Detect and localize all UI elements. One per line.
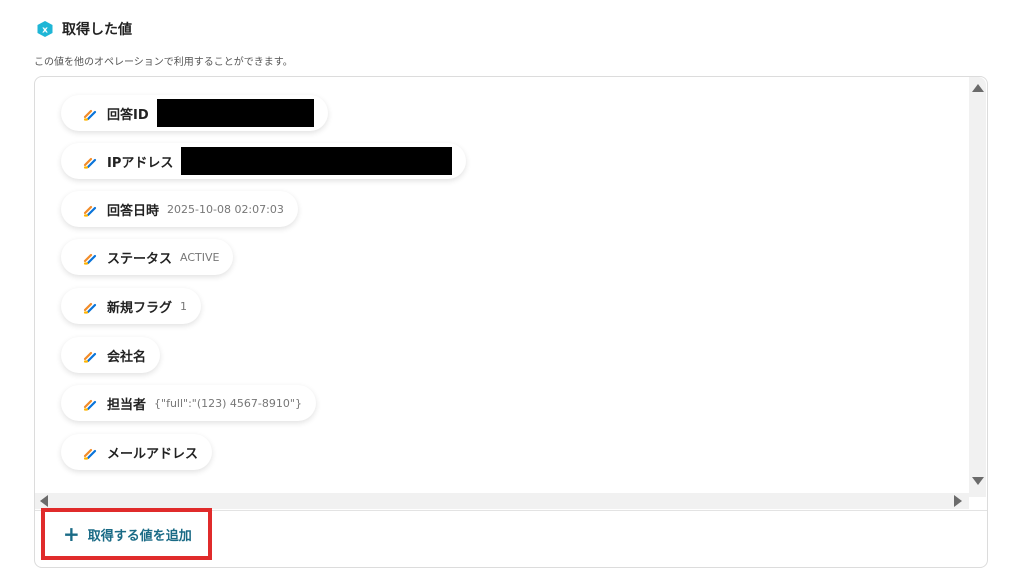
field-chip-person-in-charge[interactable]: 担当者 {"full":"(123) 4567-8910"} [61, 385, 316, 421]
field-label: 担当者 [107, 397, 147, 413]
field-chip-email-address[interactable]: メールアドレス [61, 434, 213, 470]
field-label: ステータス [107, 251, 173, 267]
jotform-icon [83, 154, 97, 169]
plus-icon: + [63, 522, 80, 546]
redacted-value [181, 147, 453, 175]
values-list: 回答ID IPアドレス 回答日時 2025-10-08 02:07:03 ステー… [35, 77, 969, 495]
jotform-icon [83, 299, 97, 314]
field-label: 回答日時 [107, 203, 160, 219]
scroll-left-arrow-icon[interactable] [40, 495, 48, 507]
vertical-scrollbar[interactable] [969, 77, 986, 497]
svg-text:x: x [42, 26, 48, 36]
x-hexagon-icon: x [36, 20, 54, 38]
scroll-right-arrow-icon[interactable] [954, 495, 962, 507]
field-chip-new-flag[interactable]: 新規フラグ 1 [61, 288, 202, 324]
field-label: 会社名 [107, 349, 147, 365]
field-value: 1 [180, 299, 188, 313]
retrieved-values-panel: 回答ID IPアドレス 回答日時 2025-10-08 02:07:03 ステー… [34, 76, 988, 568]
field-chip-answer-datetime[interactable]: 回答日時 2025-10-08 02:07:03 [61, 191, 298, 227]
add-value-label: 取得する値を追加 [87, 528, 192, 544]
field-value: {"full":"(123) 4567-8910"} [154, 396, 302, 410]
add-value-button[interactable]: + 取得する値を追加 [41, 508, 212, 560]
field-label: メールアドレス [107, 446, 199, 462]
section-header: x 取得した値 [36, 19, 132, 39]
scroll-up-arrow-icon[interactable] [972, 84, 984, 92]
field-chip-answer-id[interactable]: 回答ID [61, 95, 328, 131]
field-chip-ip-address[interactable]: IPアドレス [61, 143, 467, 179]
scroll-down-arrow-icon[interactable] [972, 477, 984, 485]
jotform-icon [83, 250, 97, 265]
redacted-value [156, 99, 314, 127]
field-label: IPアドレス [107, 155, 174, 171]
jotform-icon [83, 445, 97, 460]
field-value: 2025-10-08 02:07:03 [167, 202, 284, 216]
section-title: 取得した値 [62, 22, 132, 38]
field-value: ACTIVE [180, 250, 220, 264]
jotform-icon [83, 348, 97, 363]
field-chip-status[interactable]: ステータス ACTIVE [61, 239, 234, 275]
horizontal-scrollbar[interactable] [35, 493, 969, 509]
jotform-icon [83, 106, 97, 121]
field-label: 回答ID [107, 107, 149, 123]
field-label: 新規フラグ [107, 300, 173, 316]
section-subtitle: この値を他のオペレーションで利用することができます。 [34, 57, 293, 68]
jotform-icon [83, 202, 97, 217]
field-chip-company-name[interactable]: 会社名 [61, 337, 161, 373]
jotform-icon [83, 396, 97, 411]
